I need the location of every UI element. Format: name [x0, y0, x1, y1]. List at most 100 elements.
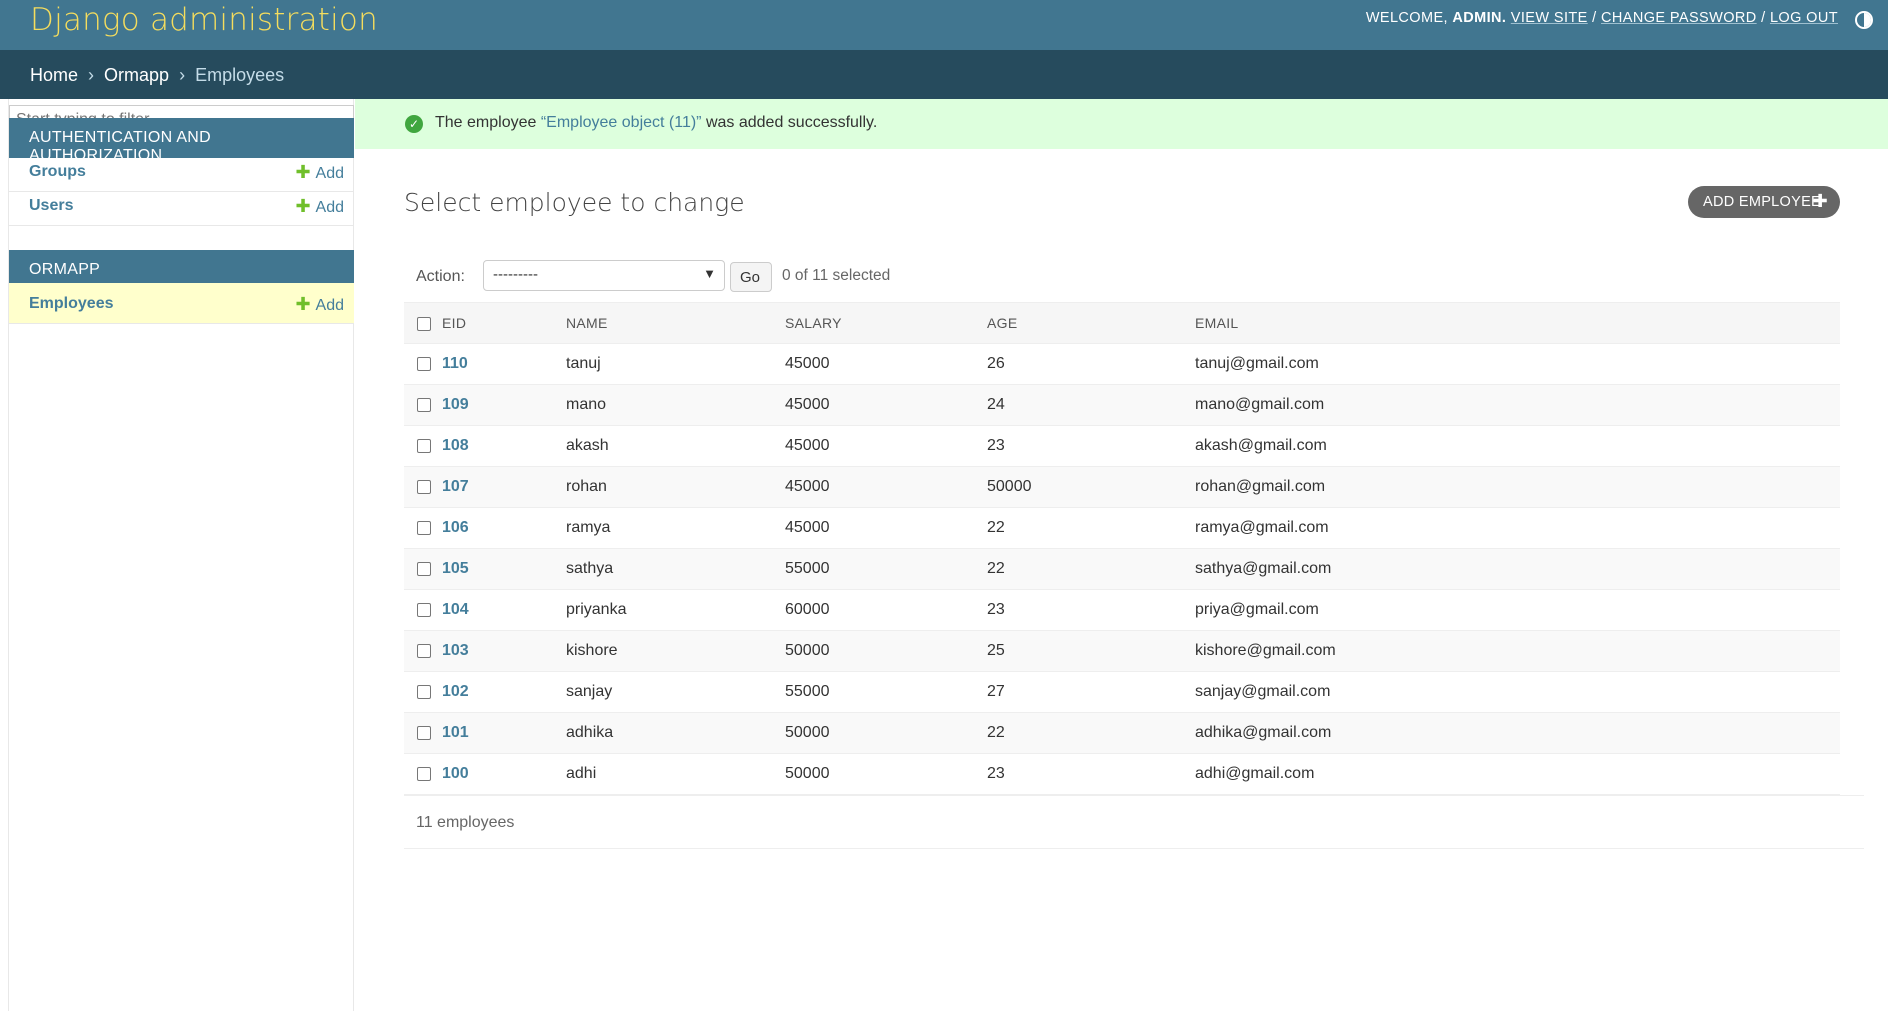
welcome-text: WELCOME,: [1365, 10, 1448, 26]
cell-age: 25: [987, 630, 1195, 672]
separator: /: [1592, 10, 1597, 26]
cell-email: tanuj@gmail.com: [1195, 343, 1840, 385]
breadcrumb-separator: ›: [179, 65, 186, 85]
paginator: 11 employees: [404, 795, 1864, 849]
cell-name: adhi: [566, 753, 785, 795]
cell-eid[interactable]: 108: [442, 425, 566, 467]
sidebar-item-label[interactable]: Groups: [29, 163, 86, 180]
cell-age: 27: [987, 671, 1195, 713]
theme-toggle-icon[interactable]: [1855, 11, 1873, 29]
sidebar-item-label[interactable]: Users: [29, 197, 73, 214]
log-out-link[interactable]: LOG OUT: [1770, 10, 1838, 26]
add-employees-link[interactable]: ✚ Add: [295, 294, 344, 315]
column-header-age[interactable]: AGE: [987, 302, 1195, 344]
cell-age: 23: [987, 753, 1195, 795]
cell-email: rohan@gmail.com: [1195, 466, 1840, 508]
add-employee-label: ADD EMPLOYEE: [1703, 194, 1822, 210]
table-row: 104 priyanka 60000 23 priya@gmail.com: [404, 589, 1840, 631]
cell-eid[interactable]: 102: [442, 671, 566, 713]
success-check-icon: ✓: [405, 115, 423, 133]
go-button[interactable]: Go: [730, 262, 772, 292]
column-header-eid[interactable]: EID: [442, 302, 566, 344]
cell-eid[interactable]: 105: [442, 548, 566, 590]
cell-salary: 45000: [785, 384, 987, 426]
select-all-checkbox[interactable]: [417, 317, 431, 332]
cell-name: akash: [566, 425, 785, 467]
row-checkbox-cell: [404, 630, 442, 672]
row-checkbox[interactable]: [417, 356, 431, 371]
cell-email: mano@gmail.com: [1195, 384, 1840, 426]
cell-name: rohan: [566, 466, 785, 508]
cell-age: 22: [987, 507, 1195, 549]
row-checkbox-cell: [404, 589, 442, 631]
row-checkbox[interactable]: [417, 397, 431, 412]
selection-counter: 0 of 11 selected: [782, 267, 891, 284]
table-row: 100 adhi 50000 23 adhi@gmail.com: [404, 753, 1840, 795]
sidebar-item-employees: Employees ✚ Add: [9, 283, 354, 324]
cell-salary: 50000: [785, 630, 987, 672]
add-groups-link[interactable]: ✚ Add: [295, 162, 344, 183]
message-object-link[interactable]: “Employee object (11)”: [541, 114, 702, 131]
cell-eid[interactable]: 104: [442, 589, 566, 631]
cell-salary: 45000: [785, 507, 987, 549]
row-checkbox-cell: [404, 343, 442, 385]
column-header-email[interactable]: EMAIL: [1195, 302, 1840, 344]
row-checkbox[interactable]: [417, 520, 431, 535]
breadcrumb-app[interactable]: Ormapp: [104, 65, 169, 85]
cell-salary: 60000: [785, 589, 987, 631]
cell-eid[interactable]: 110: [442, 343, 566, 385]
add-label: Add: [315, 165, 344, 182]
cell-eid[interactable]: 101: [442, 712, 566, 754]
row-checkbox-cell: [404, 425, 442, 467]
row-checkbox[interactable]: [417, 766, 431, 781]
cell-eid[interactable]: 106: [442, 507, 566, 549]
row-checkbox[interactable]: [417, 643, 431, 658]
view-site-link[interactable]: VIEW SITE: [1511, 10, 1588, 26]
row-checkbox[interactable]: [417, 684, 431, 699]
column-header-name[interactable]: NAME: [566, 302, 785, 344]
row-checkbox[interactable]: [417, 561, 431, 576]
cell-eid[interactable]: 103: [442, 630, 566, 672]
message-suffix: was added successfully.: [705, 114, 878, 131]
table-row: 103 kishore 50000 25 kishore@gmail.com: [404, 630, 1840, 672]
action-select[interactable]: --------- ▼: [483, 260, 725, 291]
add-employee-button[interactable]: ADD EMPLOYEE ✚: [1688, 186, 1840, 218]
plus-icon: ✚: [1812, 191, 1828, 211]
row-checkbox[interactable]: [417, 602, 431, 617]
table-row: 107 rohan 45000 50000 rohan@gmail.com: [404, 466, 1840, 508]
cell-eid[interactable]: 100: [442, 753, 566, 795]
row-checkbox-cell: [404, 548, 442, 590]
row-checkbox[interactable]: [417, 479, 431, 494]
cell-age: 22: [987, 712, 1195, 754]
add-label: Add: [315, 199, 344, 216]
cell-name: sathya: [566, 548, 785, 590]
cell-salary: 45000: [785, 343, 987, 385]
change-password-link[interactable]: CHANGE PASSWORD: [1601, 10, 1757, 26]
row-checkbox[interactable]: [417, 438, 431, 453]
cell-email: sanjay@gmail.com: [1195, 671, 1840, 713]
row-checkbox-cell: [404, 466, 442, 508]
row-checkbox-cell: [404, 753, 442, 795]
separator: /: [1761, 10, 1766, 26]
site-branding[interactable]: Django administration: [30, 2, 378, 38]
table-row: 110 tanuj 45000 26 tanuj@gmail.com: [404, 343, 1840, 385]
plus-icon: ✚: [295, 196, 311, 216]
cell-eid[interactable]: 109: [442, 384, 566, 426]
column-header-salary[interactable]: SALARY: [785, 302, 987, 344]
action-label: Action:: [416, 268, 465, 285]
add-users-link[interactable]: ✚ Add: [295, 196, 344, 217]
sidebar-item-label[interactable]: Employees: [29, 295, 113, 312]
breadcrumb-home[interactable]: Home: [30, 65, 78, 85]
message-prefix: The employee: [435, 114, 537, 131]
row-checkbox[interactable]: [417, 725, 431, 740]
table-row: 105 sathya 55000 22 sathya@gmail.com: [404, 548, 1840, 590]
cell-name: mano: [566, 384, 785, 426]
sidebar-item-users: Users ✚ Add: [9, 185, 354, 226]
cell-eid[interactable]: 107: [442, 466, 566, 508]
cell-salary: 50000: [785, 753, 987, 795]
row-checkbox-cell: [404, 671, 442, 713]
nav-sidebar: AUTHENTICATION AND AUTHORIZATION Groups …: [8, 99, 354, 1011]
cell-age: 26: [987, 343, 1195, 385]
cell-name: kishore: [566, 630, 785, 672]
chevron-down-icon: ▼: [703, 266, 716, 281]
